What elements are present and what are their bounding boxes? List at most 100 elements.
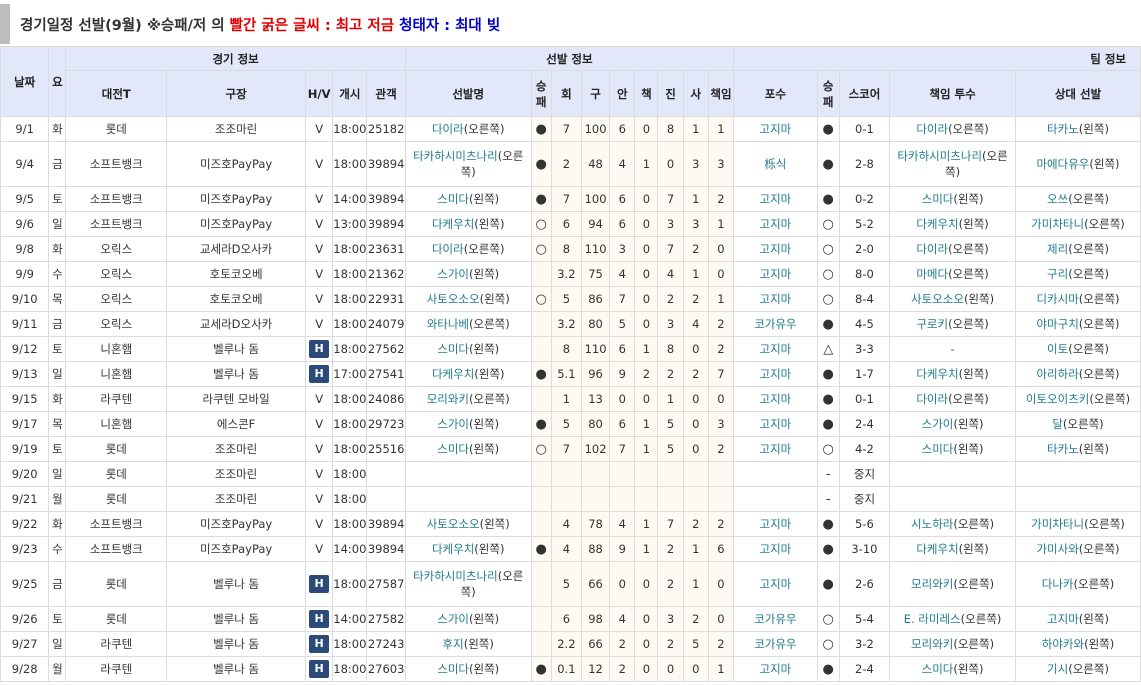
- table-row: 9/21 월 롯데 조조마린 V 18:00 - 중지: [0, 486, 1141, 512]
- starter-cell-link[interactable]: 다케우치: [432, 367, 474, 381]
- starter-cell-link[interactable]: 타카하시미츠나리: [413, 569, 498, 583]
- start-time-cell: 18:00: [332, 116, 368, 142]
- responsible-pitcher-cell-link[interactable]: 다케우치: [916, 217, 958, 231]
- responsible-pitcher-cell-link[interactable]: 다케우치: [916, 367, 958, 381]
- responsible-pitcher-cell-link[interactable]: 스미다: [922, 662, 954, 676]
- catcher-link[interactable]: 코가유우: [754, 612, 796, 626]
- responsible-pitcher-cell-link[interactable]: 타카하시미츠나리: [897, 149, 982, 163]
- starter-cell-link[interactable]: 스미다: [437, 342, 469, 356]
- starter-cell-link[interactable]: 사토오소오: [427, 292, 480, 306]
- opposing-starter-cell-link[interactable]: 하야카와: [1042, 637, 1084, 651]
- catcher-link[interactable]: 고지마: [759, 662, 791, 676]
- starter-cell-link[interactable]: 사토오소오: [427, 517, 480, 531]
- starter-cell-link[interactable]: 스가이: [437, 612, 469, 626]
- starter-cell-link[interactable]: 스미다: [437, 442, 469, 456]
- opposing-starter-cell-link[interactable]: 제리: [1047, 242, 1068, 256]
- catcher-link[interactable]: 고지마: [759, 217, 791, 231]
- catcher-link[interactable]: 고지마: [759, 367, 791, 381]
- responsible-pitcher-cell-link[interactable]: 다이라: [916, 392, 948, 406]
- date-cell: 9/28: [0, 656, 50, 682]
- attendance-cell: 29723: [366, 411, 406, 437]
- starter-result-cell: [530, 311, 552, 337]
- starter-cell-link[interactable]: 다이라: [432, 242, 464, 256]
- opposing-starter-cell-link[interactable]: 이토: [1047, 342, 1068, 356]
- table-row: 9/22 화 소프트뱅크 미즈호PayPay V 18:00 39894 사토오소오(왼쪽) 4…: [0, 511, 1141, 537]
- opposing-starter-cell-link[interactable]: 가미사와: [1036, 542, 1078, 556]
- responsible-pitcher-cell-hand: (오른쪽): [948, 122, 989, 136]
- catcher-link[interactable]: 고지마: [759, 122, 791, 136]
- responsible-pitcher-cell-link[interactable]: 스가이: [922, 417, 954, 431]
- starter-cell-link[interactable]: 와타나베: [427, 317, 469, 331]
- catcher-link[interactable]: 고지마: [759, 417, 791, 431]
- opposing-starter-cell-link[interactable]: 아리하라: [1036, 367, 1078, 381]
- responsible-pitcher-cell-link[interactable]: 모리와키: [911, 637, 953, 651]
- starter-cell-link[interactable]: 모리와키: [427, 392, 469, 406]
- responsible-pitcher-cell-link[interactable]: 구로키: [916, 317, 948, 331]
- stat-k-cell: 0: [657, 141, 684, 187]
- stat-k-cell: 8: [657, 116, 684, 142]
- team-result-cell: ●: [816, 511, 840, 537]
- opposing-starter-cell-link[interactable]: 오쓰: [1047, 192, 1068, 206]
- starter-cell-link[interactable]: 다케우치: [432, 217, 474, 231]
- responsible-pitcher-cell-link[interactable]: 스미다: [922, 442, 954, 456]
- responsible-pitcher-cell: 모리와키(오른쪽): [889, 631, 1016, 657]
- visitor-mark: V: [315, 492, 324, 506]
- catcher-link[interactable]: 고지마: [759, 542, 791, 556]
- starter-cell-link[interactable]: 스미다: [437, 662, 469, 676]
- opposing-starter-cell-link[interactable]: 타카노: [1047, 442, 1079, 456]
- responsible-pitcher-cell-link[interactable]: 다이라: [916, 122, 948, 136]
- starter-cell-link[interactable]: 스가이: [437, 267, 469, 281]
- catcher-link[interactable]: 栎식: [764, 157, 786, 171]
- responsible-pitcher-cell-link[interactable]: 스미다: [922, 192, 954, 206]
- opposing-starter-cell-link[interactable]: 디카시마: [1036, 292, 1078, 306]
- catcher-link[interactable]: 고지마: [759, 392, 791, 406]
- catcher-link[interactable]: 고지마: [759, 442, 791, 456]
- responsible-pitcher-cell-link[interactable]: 다케우치: [916, 542, 958, 556]
- responsible-pitcher-cell-link[interactable]: 시노하라: [911, 517, 953, 531]
- opposing-starter-cell-link[interactable]: 이토오이츠키: [1026, 392, 1089, 406]
- catcher-link[interactable]: 고지마: [759, 267, 791, 281]
- catcher-link[interactable]: 코가유우: [754, 317, 796, 331]
- starter-cell-link[interactable]: 타카하시미츠나리: [413, 149, 498, 163]
- opposing-starter-cell-link[interactable]: 야마구치: [1036, 317, 1078, 331]
- opposing-starter-cell-link[interactable]: 가미차타니: [1031, 217, 1084, 231]
- responsible-pitcher-cell-link[interactable]: 모리와키: [911, 577, 953, 591]
- starter-cell: 스미다(왼쪽): [404, 186, 532, 212]
- opposing-starter-cell-link[interactable]: 다나카: [1042, 577, 1074, 591]
- starter-cell: 스가이(왼쪽): [404, 606, 532, 632]
- attendance-cell: 24086: [366, 386, 406, 412]
- opposing-starter-cell-link[interactable]: 타카노: [1047, 122, 1079, 136]
- opposing-starter-cell-link[interactable]: 마에다유우: [1036, 157, 1089, 171]
- day-cell: 수: [48, 261, 67, 287]
- schedule-table: 날짜 요 경기 정보 선발 정보 팀 정보 대전T 구장 H/V 개시 관객 선발명 승패 회…: [0, 46, 1141, 682]
- catcher-link[interactable]: 고지마: [759, 242, 791, 256]
- opposing-starter-cell-link[interactable]: 가미차타니: [1031, 517, 1084, 531]
- opposing-starter-cell-link[interactable]: 기시: [1047, 662, 1068, 676]
- opposing-starter-cell-link[interactable]: 달: [1052, 417, 1063, 431]
- starter-cell-link[interactable]: 스가이: [437, 417, 469, 431]
- catcher-link[interactable]: 고지마: [759, 577, 791, 591]
- catcher-link[interactable]: 고지마: [759, 517, 791, 531]
- home-badge: H: [309, 635, 330, 653]
- starter-cell-link[interactable]: 후지: [443, 637, 464, 651]
- opposing-starter-cell-link[interactable]: 고지마: [1047, 612, 1079, 626]
- responsible-pitcher-cell-link[interactable]: -: [950, 342, 954, 356]
- starter-result-cell: ○: [530, 436, 552, 462]
- opposing-starter-cell-link[interactable]: 구리: [1047, 267, 1068, 281]
- catcher-link[interactable]: 고지마: [759, 292, 791, 306]
- responsible-pitcher-cell-link[interactable]: 사토오소오: [911, 292, 964, 306]
- catcher-link[interactable]: 코가유우: [754, 637, 796, 651]
- catcher-link[interactable]: 고지마: [759, 342, 791, 356]
- starter-result-cell: ●: [530, 141, 552, 187]
- stat-er-cell: 0: [634, 286, 659, 312]
- responsible-pitcher-cell-link[interactable]: 다이라: [916, 242, 948, 256]
- catcher-link[interactable]: 고지마: [759, 192, 791, 206]
- starter-cell-link[interactable]: 스미다: [437, 192, 469, 206]
- starter-cell-link[interactable]: 다케우치: [432, 542, 474, 556]
- responsible-pitcher-cell-link[interactable]: 마메다: [916, 267, 948, 281]
- stat-h-cell: 4: [609, 511, 636, 537]
- responsible-pitcher-cell-link[interactable]: E. 라미레스: [904, 612, 961, 626]
- col-opposing-starter: 상대 선발: [1014, 70, 1141, 117]
- starter-cell-link[interactable]: 다이라: [432, 122, 464, 136]
- catcher-cell: 고지마: [733, 236, 818, 262]
